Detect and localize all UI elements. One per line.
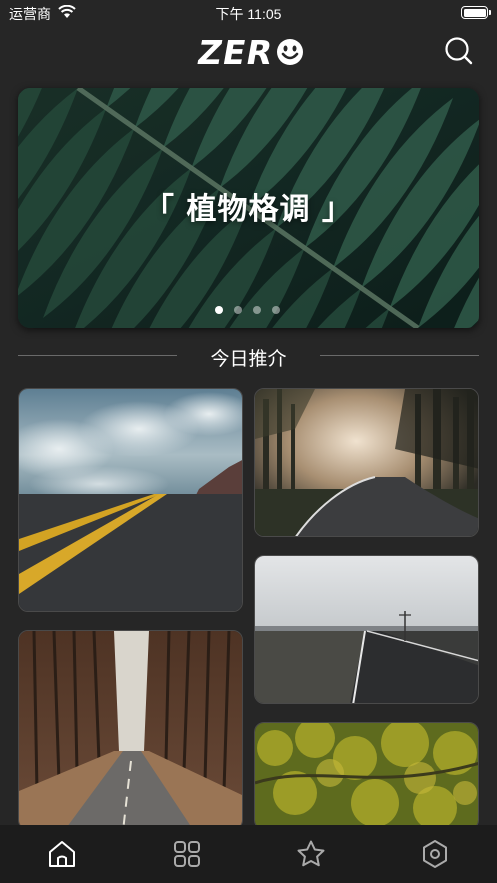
grid-icon[interactable] bbox=[172, 839, 202, 869]
search-icon[interactable] bbox=[443, 35, 475, 67]
home-icon[interactable] bbox=[47, 839, 77, 869]
road-sky-image bbox=[19, 389, 242, 611]
smiley-icon bbox=[276, 39, 303, 65]
carousel-indicator[interactable] bbox=[215, 306, 280, 314]
battery-icon bbox=[461, 6, 491, 19]
section-title: 今日推介 bbox=[210, 348, 287, 370]
tab-bar bbox=[0, 825, 497, 883]
photo-card[interactable] bbox=[18, 630, 243, 830]
app-logo[interactable]: ZER bbox=[194, 32, 305, 72]
carousel-dot[interactable] bbox=[215, 306, 223, 314]
section-header: 今日推介 bbox=[18, 342, 479, 370]
carousel-dot[interactable] bbox=[253, 306, 261, 314]
settings-icon[interactable] bbox=[420, 839, 450, 869]
logo-text: ZER bbox=[194, 32, 277, 72]
autumn-road-image bbox=[19, 631, 242, 829]
clock: 下午 11:05 bbox=[215, 6, 282, 22]
banner-title: 「 植物格调 」 bbox=[144, 192, 353, 227]
banner-carousel[interactable]: 「 植物格调 」 bbox=[18, 88, 479, 328]
grey-road-image bbox=[255, 556, 478, 703]
forest-road-image bbox=[255, 389, 478, 536]
photo-card[interactable] bbox=[254, 555, 479, 704]
status-bar: 运营商 下午 11:05 bbox=[0, 0, 497, 26]
photo-card[interactable] bbox=[254, 388, 479, 537]
divider bbox=[320, 355, 479, 356]
carousel-dot[interactable] bbox=[234, 306, 242, 314]
app-header: ZER bbox=[0, 28, 497, 76]
photo-card[interactable] bbox=[254, 722, 479, 830]
carousel-dot[interactable] bbox=[272, 306, 280, 314]
foliage-image bbox=[255, 723, 478, 829]
photo-card[interactable] bbox=[18, 388, 243, 612]
star-icon[interactable] bbox=[296, 839, 326, 869]
